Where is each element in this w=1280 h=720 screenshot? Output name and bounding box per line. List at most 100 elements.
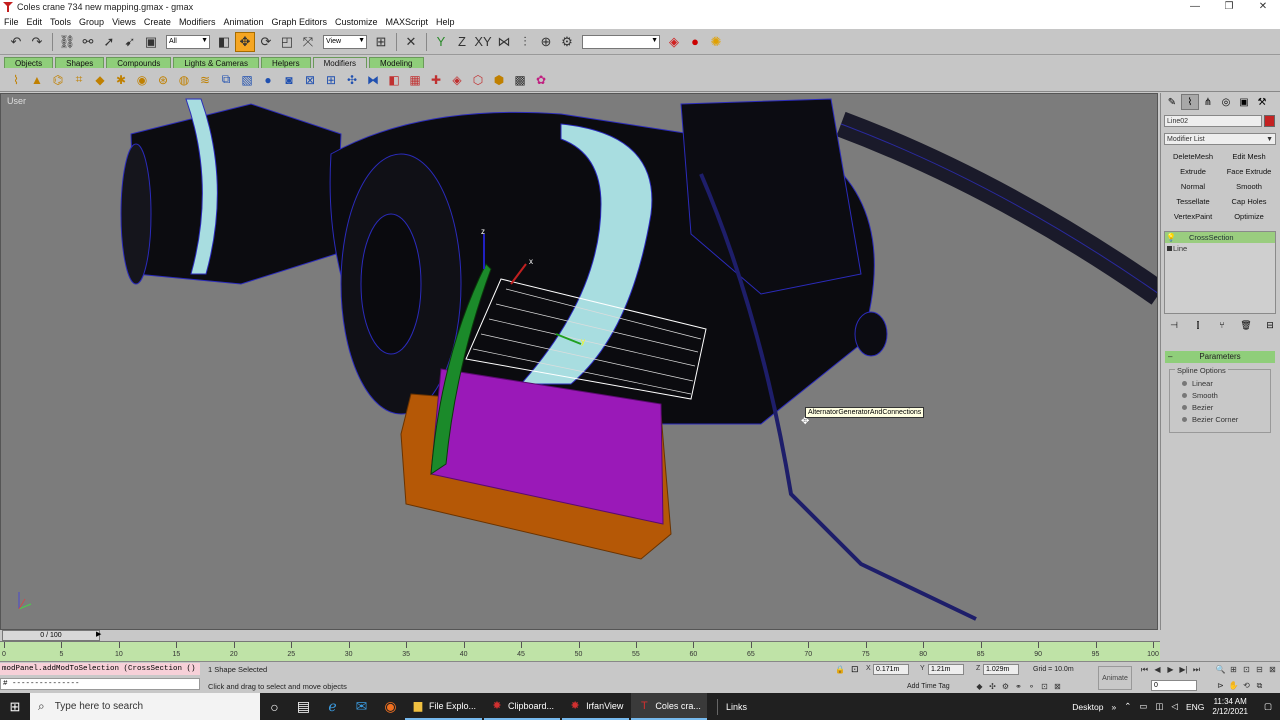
time-slider-thumb[interactable]: 0 / 100 bbox=[2, 630, 100, 641]
smooth-button[interactable]: Smooth bbox=[1223, 181, 1275, 193]
menu-customize[interactable]: Customize bbox=[335, 17, 378, 27]
axis-y-icon[interactable]: Y bbox=[431, 32, 451, 52]
rotate-icon[interactable]: ⟳ bbox=[256, 32, 276, 52]
tessellate-button[interactable]: Tessellate bbox=[1167, 196, 1219, 208]
sphere-icon[interactable]: ● bbox=[258, 71, 278, 89]
spinner-snap-icon[interactable]: ⚬ bbox=[1025, 681, 1038, 692]
object-color-swatch[interactable] bbox=[1264, 115, 1275, 127]
tab-shapes[interactable]: Shapes bbox=[55, 57, 105, 68]
tab-modifiers[interactable]: Modifiers bbox=[312, 57, 368, 68]
uvw-map-icon[interactable]: ▦ bbox=[405, 71, 425, 89]
slice-icon[interactable]: ▧ bbox=[237, 71, 257, 89]
current-frame-field[interactable]: 0 bbox=[1151, 680, 1197, 691]
store-icon[interactable]: ▤ bbox=[289, 693, 318, 720]
redo-icon[interactable]: ↷ bbox=[27, 32, 47, 52]
parameters-rollout-header[interactable]: – Parameters bbox=[1165, 351, 1275, 363]
scale-icon[interactable]: ◰ bbox=[277, 32, 297, 52]
percent-icon[interactable]: ⚭ bbox=[1012, 681, 1025, 692]
cap-holes-button[interactable]: Cap Holes bbox=[1223, 196, 1275, 208]
wave-icon[interactable]: ≋ bbox=[195, 71, 215, 89]
taskbar-app-gmax[interactable]: T Coles cra... bbox=[631, 693, 707, 720]
taper-icon[interactable]: ▲ bbox=[27, 71, 47, 89]
show-end-result-icon[interactable]: ⫿ bbox=[1191, 320, 1205, 332]
squeeze-icon[interactable]: ✱ bbox=[111, 71, 131, 89]
crossing-icon[interactable]: ⊠ bbox=[1051, 681, 1064, 692]
vertexpaint-icon[interactable]: ✿ bbox=[531, 71, 551, 89]
create-panel-icon[interactable]: ✎ bbox=[1163, 94, 1181, 110]
ffd-icon[interactable]: ⊠ bbox=[300, 71, 320, 89]
minimize-button[interactable]: — bbox=[1178, 0, 1212, 14]
go-to-start-icon[interactable]: ⏮ bbox=[1138, 664, 1151, 675]
push-icon[interactable]: ◉ bbox=[132, 71, 152, 89]
maximize-button[interactable]: ❐ bbox=[1212, 0, 1246, 14]
go-to-end-icon[interactable]: ⏭ bbox=[1190, 664, 1203, 675]
snap-icon[interactable]: ⊕ bbox=[536, 32, 556, 52]
zoom-extents-icon[interactable]: ⊡ bbox=[1240, 664, 1253, 675]
region-select-icon[interactable]: ▣ bbox=[141, 32, 161, 52]
notifications-icon[interactable]: ▢ bbox=[1264, 701, 1272, 712]
optimize-icon[interactable]: ▩ bbox=[510, 71, 530, 89]
twist-icon[interactable]: ⌬ bbox=[48, 71, 68, 89]
radio-bezier-corner[interactable]: Bezier Corner bbox=[1182, 415, 1238, 424]
select-icon[interactable]: ➚ bbox=[99, 32, 119, 52]
fov-icon[interactable]: ⊳ bbox=[1214, 680, 1227, 691]
tray-overflow-icon[interactable]: » bbox=[1111, 702, 1116, 712]
normal-button[interactable]: Normal bbox=[1167, 181, 1219, 193]
skew-icon[interactable]: ⧉ bbox=[216, 71, 236, 89]
tab-compounds[interactable]: Compounds bbox=[106, 57, 172, 68]
modify-panel-icon[interactable]: ⌇ bbox=[1181, 94, 1199, 110]
taskbar-search[interactable]: ⌕ Type here to search bbox=[30, 693, 260, 720]
extrude-button[interactable]: Extrude bbox=[1167, 166, 1219, 178]
optimize-button[interactable]: Optimize bbox=[1223, 211, 1275, 223]
selection-filter-dropdown[interactable]: All ▼ bbox=[166, 34, 210, 49]
tab-lights-cameras[interactable]: Lights & Cameras bbox=[173, 57, 259, 68]
noise-icon[interactable]: ⌗ bbox=[69, 71, 89, 89]
reference-coord-dropdown[interactable]: View ▼ bbox=[323, 34, 367, 49]
y-coord-field[interactable]: 1.21m bbox=[928, 664, 964, 675]
perspective-viewport[interactable]: z x y ✥ User AlternatorGeneratorAndConne… bbox=[0, 93, 1158, 630]
maxscript-listener-input[interactable]: # --------------- bbox=[0, 678, 200, 690]
lightbulb-icon[interactable]: 💡 bbox=[1166, 232, 1176, 243]
mail-icon[interactable]: ✉ bbox=[347, 693, 376, 720]
absolute-mode-icon[interactable]: ⊡ bbox=[851, 664, 859, 675]
face-extrude-button[interactable]: Face Extrude bbox=[1223, 166, 1275, 178]
tab-helpers[interactable]: Helpers bbox=[261, 57, 311, 68]
min-max-toggle-icon[interactable]: ⧉ bbox=[1253, 680, 1266, 691]
undo-icon[interactable]: ↶ bbox=[6, 32, 26, 52]
meshsmooth-icon[interactable]: ⬢ bbox=[489, 71, 509, 89]
bend-icon[interactable]: ⌇ bbox=[6, 71, 26, 89]
link-icon[interactable]: ⛓ bbox=[57, 32, 77, 52]
time-slider[interactable]: 0 / 100 ▶ bbox=[0, 630, 1158, 641]
menu-maxscript[interactable]: MAXScript bbox=[386, 17, 429, 27]
pivot-icon[interactable]: ⊞ bbox=[371, 32, 391, 52]
zoom-icon[interactable]: 🔍 bbox=[1214, 664, 1227, 675]
stack-item-crosssection[interactable]: 💡 CrossSection bbox=[1165, 232, 1275, 243]
menu-group[interactable]: Group bbox=[79, 17, 104, 27]
menu-edit[interactable]: Edit bbox=[27, 17, 43, 27]
radio-smooth[interactable]: Smooth bbox=[1182, 391, 1218, 400]
menu-views[interactable]: Views bbox=[112, 17, 136, 27]
axis-z-icon[interactable]: Z bbox=[452, 32, 472, 52]
taskbar-app-irfanview[interactable]: ✸ IrfanView bbox=[562, 693, 630, 720]
quick-render-icon[interactable]: ✺ bbox=[706, 32, 726, 52]
unwrap-icon[interactable]: ✚ bbox=[426, 71, 446, 89]
volume-icon[interactable]: ◁ bbox=[1171, 701, 1178, 712]
task-view-icon[interactable]: ○ bbox=[260, 693, 289, 720]
close-button[interactable]: ✕ bbox=[1246, 0, 1280, 14]
pin-stack-icon[interactable]: ⊣ bbox=[1167, 320, 1181, 332]
menu-modifiers[interactable]: Modifiers bbox=[179, 17, 216, 27]
menu-animation[interactable]: Animation bbox=[223, 17, 263, 27]
next-frame-icon[interactable]: ▶| bbox=[1177, 664, 1190, 675]
prev-frame-icon[interactable]: ◀ bbox=[1151, 664, 1164, 675]
object-name-field[interactable]: Line02 bbox=[1164, 115, 1262, 127]
squash-icon[interactable]: ⤧ bbox=[298, 32, 318, 52]
remove-modifier-icon[interactable]: 🗑 bbox=[1239, 320, 1253, 332]
display-panel-icon[interactable]: ▣ bbox=[1235, 94, 1253, 110]
lock-selection-icon[interactable]: 🔒 bbox=[835, 665, 845, 674]
menu-create[interactable]: Create bbox=[144, 17, 171, 27]
utilities-panel-icon[interactable]: ⚒ bbox=[1253, 94, 1271, 110]
menu-file[interactable]: File bbox=[4, 17, 19, 27]
axis-xy-icon[interactable]: XY bbox=[473, 32, 493, 52]
xform-icon[interactable]: ✣ bbox=[342, 71, 362, 89]
system-clock[interactable]: 11:34 AM 2/12/2021 bbox=[1212, 697, 1248, 717]
